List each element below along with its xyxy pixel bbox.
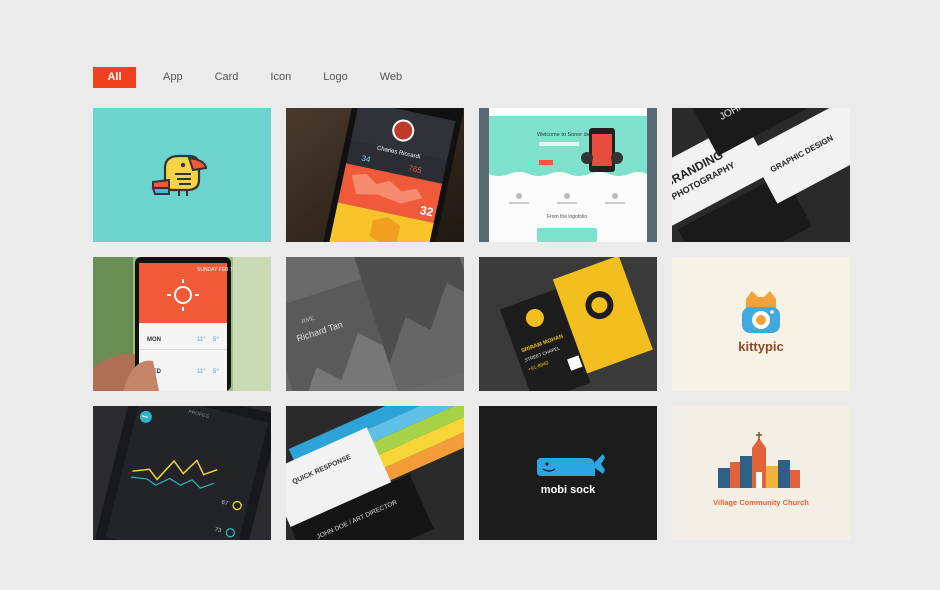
toucan-logo-image [93, 108, 271, 242]
portfolio-tile-grey-cards[interactable]: Richard Tan RME [286, 257, 464, 391]
filter-card[interactable]: Card [204, 67, 250, 88]
weather-temp-2: 5° [213, 337, 219, 343]
portfolio-tile-kittypic-logo[interactable]: kittypic [672, 257, 850, 391]
filter-icon[interactable]: Icon [259, 67, 302, 88]
kittypic-cat-icon [742, 291, 780, 333]
portfolio-tile-lion-cards[interactable]: SRIRAM MOHAN STREET CHAPEL +91-8940 [479, 257, 657, 391]
portfolio-tile-toucan-logo[interactable] [93, 108, 271, 242]
weather-date: SUNDAY FEB 7 [197, 267, 233, 273]
weather-temp-4: 5° [213, 369, 219, 375]
mobisock-logo-image: mobi sock [479, 406, 657, 540]
typography-cards-image: BRANDING PHOTOGRAPHY GRAPHIC DESIGN JOHN… [672, 108, 850, 242]
kittypic-logo-image: kittypic [672, 257, 850, 391]
filter-all[interactable]: All [93, 67, 136, 88]
analytics-app-image: PROFILE 67 73 [93, 406, 271, 540]
rainbow-cards-image: QUICK RESPONSE JOHN DOE / ART DIRECTOR [286, 406, 464, 540]
profile-app-image: Charles Riccardi 34 765 32 [286, 108, 464, 242]
website-section: From the logofolio [547, 214, 587, 220]
weather-temp-3: 11° [197, 369, 206, 375]
weather-temp-1: 11° [197, 337, 206, 343]
grey-cards-image: Richard Tan RME [286, 257, 464, 391]
portfolio-tile-profile-app[interactable]: Charles Riccardi 34 765 32 [286, 108, 464, 242]
church-wordmark: Village Community Church [713, 498, 809, 507]
weather-day-1: MON [147, 337, 161, 343]
portfolio-tile-weather-app[interactable]: SUNDAY FEB 7 MON 11° 5° WED 11° 5° [93, 257, 271, 391]
filter-app[interactable]: App [152, 67, 194, 88]
sonor-website-image: Welcome to Sonor design From the logofol… [479, 108, 657, 242]
portfolio-tile-rainbow-cards[interactable]: QUICK RESPONSE JOHN DOE / ART DIRECTOR [286, 406, 464, 540]
portfolio-tile-typography-cards[interactable]: BRANDING PHOTOGRAPHY GRAPHIC DESIGN JOHN… [672, 108, 850, 242]
filter-bar: All App Card Icon Logo Web [93, 67, 423, 88]
portfolio-tile-church-logo[interactable]: Village Community Church [672, 406, 850, 540]
filter-web[interactable]: Web [369, 67, 413, 88]
portfolio-tile-analytics-app[interactable]: PROFILE 67 73 [93, 406, 271, 540]
weather-app-image: SUNDAY FEB 7 MON 11° 5° WED 11° 5° [93, 257, 271, 391]
church-logo-image: Village Community Church [672, 406, 850, 540]
portfolio-tile-sonor-website[interactable]: Welcome to Sonor design From the logofol… [479, 108, 657, 242]
mobisock-wordmark: mobi sock [541, 484, 596, 496]
filter-logo[interactable]: Logo [312, 67, 358, 88]
lion-cards-image: SRIRAM MOHAN STREET CHAPEL +91-8940 [479, 257, 657, 391]
kittypic-wordmark: kittypic [738, 339, 784, 354]
portfolio-tile-mobisock-logo[interactable]: mobi sock [479, 406, 657, 540]
